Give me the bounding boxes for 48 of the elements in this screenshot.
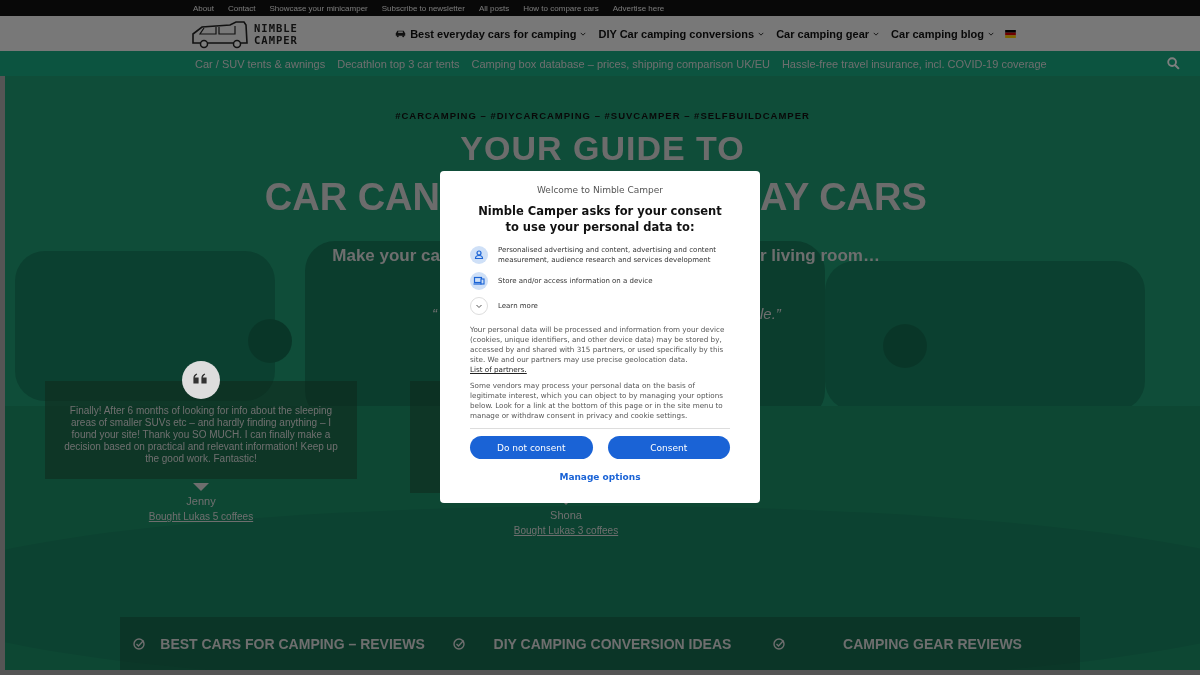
logo-text: CAMPER [254,33,298,46]
coffee-link[interactable]: Bought Lukas 3 coffees [513,525,619,536]
device-icon [470,272,488,290]
top-link[interactable]: Subscribe to newsletter [381,3,465,13]
manage-options-link[interactable]: Manage options [559,472,641,482]
top-link[interactable]: How to compare cars [523,3,599,13]
caret-icon [580,31,587,36]
hero-title: CAR CAN [264,176,440,218]
hashtag-line: #CARCAMPING – #DIYCARCAMPING – #SUVCAMPER – #SELFBUILDCAMPER [395,110,810,121]
car-icon [395,29,407,38]
top-link[interactable]: Contact [227,3,256,13]
caret-icon [873,31,880,36]
search-icon[interactable] [1167,57,1180,70]
person-icon [470,246,488,264]
top-link[interactable]: Advertise here [612,3,665,13]
dialog-heading: Nimble Camper asks for your consent to use your personal data to: [477,203,723,235]
hero-subtitle: Make your ca [332,246,440,265]
check-icon [133,637,145,650]
check-icon [453,637,465,650]
nav-menu-item[interactable]: Car camping blog [891,27,994,40]
hero-quote: “ [432,305,437,322]
feature-link[interactable]: BEST CARS FOR CAMPING – REVIEWS [145,635,440,652]
hero-title: AY CARS [760,176,927,218]
nav-menu-item[interactable]: DIY Car camping conversions [598,27,765,40]
check-icon [773,637,785,650]
testimonial-author: Shona [550,509,582,521]
caret-icon [988,31,994,36]
top-link[interactable]: All posts [478,3,510,13]
hero-title: YOUR GUIDE TO [460,129,745,167]
testimonial-author: Jenny [186,495,216,507]
hero-subtitle: r living room… [760,246,880,265]
hero-quote: le.” [760,305,781,322]
feature-link[interactable]: DIY CAMPING CONVERSION IDEAS [465,635,760,652]
nav-menu-item[interactable]: Car camping gear [776,27,880,40]
consent-button[interactable]: Do not consent [470,436,593,459]
dialog-subtitle: Welcome to Nimble Camper [535,185,665,195]
caret-icon [758,31,765,36]
top-link[interactable]: Showcase your minicamper [269,3,368,13]
van-icon [190,18,250,49]
quote-icon [182,361,220,399]
nav-menu-item[interactable]: Best everyday cars for camping [395,27,587,40]
pointer-icon [193,483,209,491]
top-link[interactable]: About [193,3,214,13]
flag-icon[interactable] [1005,29,1016,38]
logo-text: NIMBLE [254,21,298,34]
expand-icon[interactable] [470,297,488,315]
consent-button[interactable]: Consent [607,436,730,459]
feature-link[interactable]: CAMPING GEAR REVIEWS [785,635,1080,652]
